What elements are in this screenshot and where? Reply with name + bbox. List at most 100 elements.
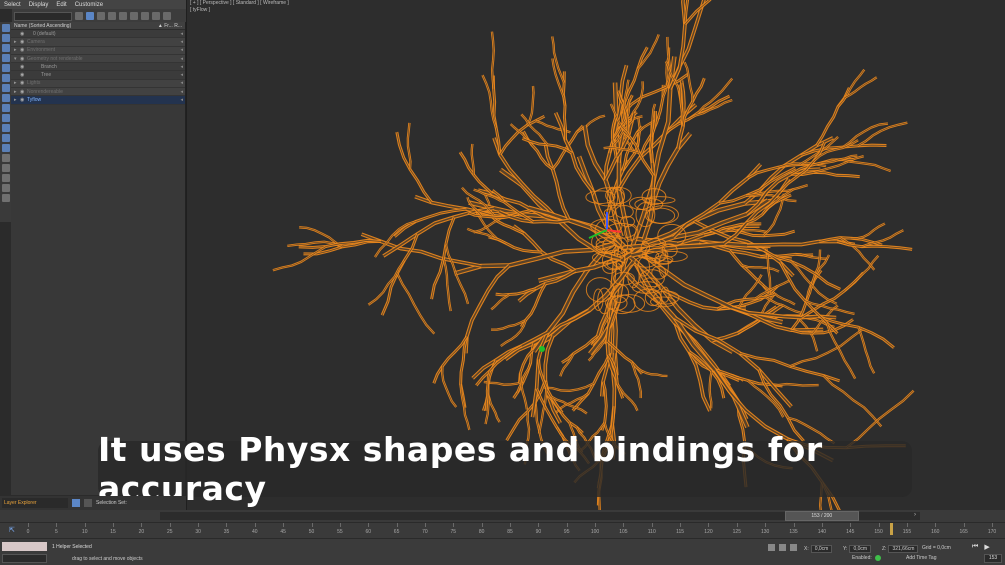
- z-coordinate: Z: 321,66cm: [882, 545, 919, 553]
- lock-icon[interactable]: [97, 12, 105, 20]
- explorer-row[interactable]: ▸ ◉ Tyflow ◂: [11, 96, 185, 105]
- ruler-tick: [793, 523, 795, 527]
- freeze-flag-icon[interactable]: ◂: [173, 56, 185, 62]
- spacewarp-filter-icon[interactable]: [1, 84, 10, 92]
- explorer-row[interactable]: ◉ 0 (default) ◂: [11, 30, 185, 39]
- freeze-flag-icon[interactable]: ◂: [173, 72, 185, 78]
- explorer-toggle-icon[interactable]: [72, 499, 80, 507]
- folder-icon[interactable]: [1, 194, 10, 202]
- freeze-flag-icon[interactable]: ◂: [173, 97, 185, 103]
- funnel-icon[interactable]: [1, 184, 10, 192]
- explorer-toolbar: [12, 9, 186, 23]
- helper-dot[interactable]: [539, 346, 545, 352]
- geometry-filter-icon[interactable]: [1, 34, 10, 42]
- container-filter-icon[interactable]: [1, 124, 10, 132]
- explorer-row[interactable]: ▸ ◉ Camera ◂: [11, 38, 185, 47]
- ruler-tick-label: 25: [166, 529, 173, 535]
- x-field[interactable]: 0,0cm: [810, 545, 833, 553]
- add-time-tag-button[interactable]: Add Time Tag: [906, 555, 936, 561]
- column-name-header[interactable]: Name (Sorted Ascending): [14, 23, 71, 29]
- y-label: Y:: [843, 546, 848, 552]
- freeze-flag-icon[interactable]: ◂: [173, 64, 185, 70]
- column-flags-header[interactable]: ▲ Fr... R...: [158, 23, 182, 29]
- shape-filter-icon[interactable]: [1, 44, 10, 52]
- track-bar[interactable]: ⇱ 0 5 10 15 20 25 30 35 40 45 50 55 60 65 70 75 80 85 90 95…: [0, 522, 1005, 538]
- stack-icon[interactable]: [141, 12, 149, 20]
- menu-edit[interactable]: Edit: [52, 2, 70, 8]
- ruler-tick: [141, 523, 143, 527]
- time-slider[interactable]: ‹ 153 / 200 ›: [0, 510, 1005, 522]
- xref-filter-icon[interactable]: [1, 104, 10, 112]
- freeze-flag-icon[interactable]: ◂: [173, 31, 185, 37]
- visibility-eye-icon[interactable]: ◉: [20, 31, 27, 37]
- menu-display[interactable]: Display: [25, 2, 53, 8]
- explorer-row[interactable]: ▸ ◉ Lights ◂: [11, 79, 185, 89]
- current-frame-field[interactable]: 153: [984, 554, 1002, 563]
- absolute-mode-icon[interactable]: [790, 544, 797, 551]
- camera-filter-icon[interactable]: [1, 64, 10, 72]
- time-slider-thumb[interactable]: 153 / 200: [784, 511, 859, 521]
- helper-filter-icon[interactable]: [1, 74, 10, 82]
- none-filter-icon[interactable]: [1, 164, 10, 172]
- visibility-eye-icon[interactable]: ◉: [20, 47, 27, 53]
- settings-icon[interactable]: [152, 12, 160, 20]
- visibility-eye-icon[interactable]: ◉: [20, 72, 27, 78]
- playback-controls: ⏮ ▶: [972, 543, 990, 551]
- visibility-eye-icon[interactable]: ◉: [20, 64, 27, 70]
- isolate-icon[interactable]: [768, 544, 775, 551]
- hierarchy-icon[interactable]: [108, 12, 116, 20]
- layer-explorer-dropdown[interactable]: Layer Explorer: [2, 498, 68, 508]
- scene-explorer: Name (Sorted Ascending) ▲ Fr... R... ◉ 0 …: [11, 22, 186, 495]
- light-filter-icon[interactable]: [1, 54, 10, 62]
- ruler-tick-label: 160: [931, 529, 940, 535]
- freeze-flag-icon[interactable]: ◂: [173, 39, 185, 45]
- sync-icon[interactable]: [163, 12, 171, 20]
- z-field[interactable]: 321,66cm: [888, 545, 919, 553]
- all-filter-icon[interactable]: [1, 154, 10, 162]
- explorer-row[interactable]: ▸ ◉ Nonrendereable ◂: [11, 88, 185, 97]
- visibility-eye-icon[interactable]: ◉: [20, 97, 27, 103]
- explorer-row[interactable]: ▾ ◉ Geometry not renderable ◂: [11, 54, 185, 64]
- close-icon[interactable]: [75, 12, 83, 20]
- visibility-eye-icon[interactable]: ◉: [20, 56, 27, 62]
- select-tool-icon[interactable]: [1, 24, 10, 32]
- go-to-start-icon[interactable]: ⏮: [972, 543, 978, 551]
- bone-filter-icon[interactable]: [1, 114, 10, 122]
- next-frame-icon[interactable]: ›: [914, 512, 916, 518]
- ruler-tick: [510, 523, 511, 527]
- explorer-row[interactable]: ◉ Branch ◂: [11, 63, 185, 72]
- ruler-tick-label: 70: [422, 529, 428, 535]
- search-input[interactable]: [14, 11, 72, 21]
- layer-bar: Layer Explorer Selection Set:: [0, 496, 186, 510]
- group-filter-icon[interactable]: [1, 94, 10, 102]
- key-marker[interactable]: [890, 523, 893, 535]
- explorer-row[interactable]: ▸ ◉ Environment ◂: [11, 46, 185, 55]
- invert-filter-icon[interactable]: [1, 174, 10, 182]
- enabled-dot-icon[interactable]: [874, 555, 881, 561]
- tree-branch: [856, 121, 908, 147]
- selection-set-icon[interactable]: [84, 499, 92, 507]
- visibility-eye-icon[interactable]: ◉: [20, 80, 27, 86]
- material-icon[interactable]: [130, 12, 138, 20]
- play-icon[interactable]: ▶: [984, 543, 989, 551]
- maxscript-input[interactable]: [2, 554, 47, 563]
- visibility-eye-icon[interactable]: ◉: [20, 89, 27, 95]
- menu-select[interactable]: Select: [0, 2, 25, 8]
- layer-icon[interactable]: [119, 12, 127, 20]
- freeze-flag-icon[interactable]: ◂: [173, 80, 185, 86]
- menu-customize[interactable]: Customize: [71, 2, 107, 8]
- filter-icon[interactable]: [86, 12, 94, 20]
- explorer-row[interactable]: ◉ Tree ◂: [11, 71, 185, 80]
- lock-selection-icon[interactable]: [779, 544, 786, 551]
- enabled-toggle[interactable]: Enabled:: [852, 555, 881, 561]
- maxscript-listener[interactable]: [2, 542, 47, 551]
- frozen-filter-icon[interactable]: [1, 134, 10, 142]
- curve-editor-icon[interactable]: ⇱: [9, 526, 17, 534]
- freeze-flag-icon[interactable]: ◂: [173, 89, 185, 95]
- ruler-tick-label: 145: [846, 529, 855, 535]
- ruler-tick-label: 80: [478, 529, 485, 535]
- freeze-flag-icon[interactable]: ◂: [173, 47, 185, 53]
- visibility-eye-icon[interactable]: ◉: [20, 39, 27, 45]
- y-field[interactable]: 0,0cm: [849, 545, 872, 553]
- hidden-filter-icon[interactable]: [1, 144, 10, 152]
